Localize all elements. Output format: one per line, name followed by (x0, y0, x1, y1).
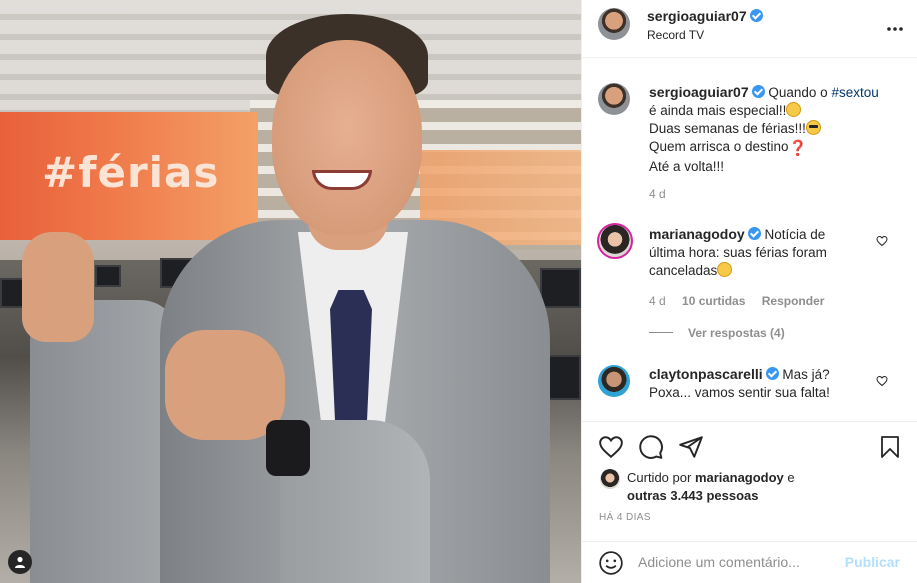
liker-avatar[interactable] (600, 469, 620, 489)
sunglasses-emoji-icon (805, 120, 821, 135)
presenter-left-arm (30, 300, 180, 583)
caption-author-username[interactable]: sergioaguiar07 (649, 84, 749, 100)
post-photo[interactable]: #férias (0, 0, 581, 583)
comment-text: Notícia de (764, 227, 826, 242)
verified-badge-icon (765, 367, 779, 380)
reply-button[interactable]: Responder (762, 294, 825, 308)
presenter-head (272, 40, 422, 235)
post-date[interactable]: HÁ 4 DIAS (599, 512, 651, 523)
heart-icon[interactable] (598, 434, 624, 460)
like-comment-heart-icon[interactable] (876, 375, 888, 387)
caption-text: Quando o (768, 85, 832, 100)
comment-text: Mas já? (782, 367, 830, 382)
commenter-avatar[interactable] (598, 365, 630, 397)
bookmark-icon[interactable] (878, 434, 902, 460)
comment-time[interactable]: 4 d (649, 294, 666, 308)
smartwatch (266, 420, 310, 476)
comment-likes[interactable]: 10 curtidas (682, 294, 745, 308)
likes-prefix: Curtido por (627, 470, 692, 485)
user-tag-icon (15, 556, 25, 568)
presenter (0, 0, 581, 583)
comment: claytonpascarelli Mas já? Poxa... vamos … (649, 365, 879, 402)
post-side-panel: sergioaguiar07 Record TV sergioaguiar07 … (581, 0, 917, 583)
emoji-icon[interactable] (598, 550, 624, 576)
verified-badge-icon (751, 85, 765, 98)
thumbs-up-left-hand (22, 232, 94, 342)
comment: marianagodoy Notícia de última hora: sua… (649, 225, 879, 280)
comment-text: canceladas (649, 263, 718, 278)
more-options-button[interactable] (886, 16, 904, 37)
caption-line: Até a volta!!! (649, 159, 725, 174)
caption-time[interactable]: 4 d (649, 187, 666, 201)
post-header: sergioaguiar07 Record TV (582, 0, 917, 58)
author-avatar[interactable] (598, 8, 630, 40)
liker-username[interactable]: marianagodoy (695, 470, 784, 485)
replies-divider (649, 332, 673, 333)
caption-author-avatar[interactable] (598, 83, 630, 115)
comment-text: Poxa... vamos sentir sua falta! (649, 385, 830, 400)
more-horizontal-icon (887, 27, 903, 31)
comment-icon[interactable] (638, 434, 664, 460)
post-location[interactable]: Record TV (647, 28, 704, 42)
tagged-user-button[interactable] (8, 550, 32, 574)
comments-section[interactable]: sergioaguiar07 Quando o #sextou é ainda … (582, 59, 917, 421)
verified-badge-icon (747, 227, 761, 240)
commenter-username[interactable]: marianagodoy (649, 226, 745, 242)
author-username-row: sergioaguiar07 (647, 8, 763, 26)
comment-text: última hora: suas férias foram (649, 245, 827, 260)
caption-line: Quem arrisca o destino (649, 139, 789, 154)
author-username[interactable]: sergioaguiar07 (647, 8, 747, 24)
laughing-emoji-icon (717, 262, 733, 277)
commenter-avatar[interactable] (597, 223, 633, 259)
verified-badge-icon (749, 9, 763, 22)
likes-count-button[interactable]: outras 3.443 pessoas (627, 488, 759, 503)
comment-meta: 4 d 10 curtidas Responder (649, 294, 824, 308)
publish-button[interactable]: Publicar (845, 554, 900, 570)
likes-conj: e (787, 470, 795, 485)
commenter-username[interactable]: claytonpascarelli (649, 366, 763, 382)
add-comment-bar: Adicione um comentário... Publicar (582, 541, 917, 583)
caption-line: Duas semanas de férias!!! (649, 121, 806, 136)
caption: sergioaguiar07 Quando o #sextou é ainda … (649, 83, 899, 176)
likes-summary: Curtido por marianagodoy e outras 3.443 … (627, 469, 795, 505)
post-actions: Curtido por marianagodoy e outras 3.443 … (582, 421, 917, 543)
share-icon[interactable] (678, 434, 704, 460)
view-replies-button[interactable]: Ver respostas (4) (688, 326, 785, 340)
hashtag-link[interactable]: #sextou (831, 85, 878, 100)
smile-emoji-icon (786, 102, 802, 117)
like-comment-heart-icon[interactable] (876, 235, 888, 247)
caption-line: é ainda mais especial!! (649, 103, 787, 118)
comment-input[interactable]: Adicione um comentário... (638, 554, 800, 570)
question-emoji-icon: ❓ (788, 140, 808, 157)
